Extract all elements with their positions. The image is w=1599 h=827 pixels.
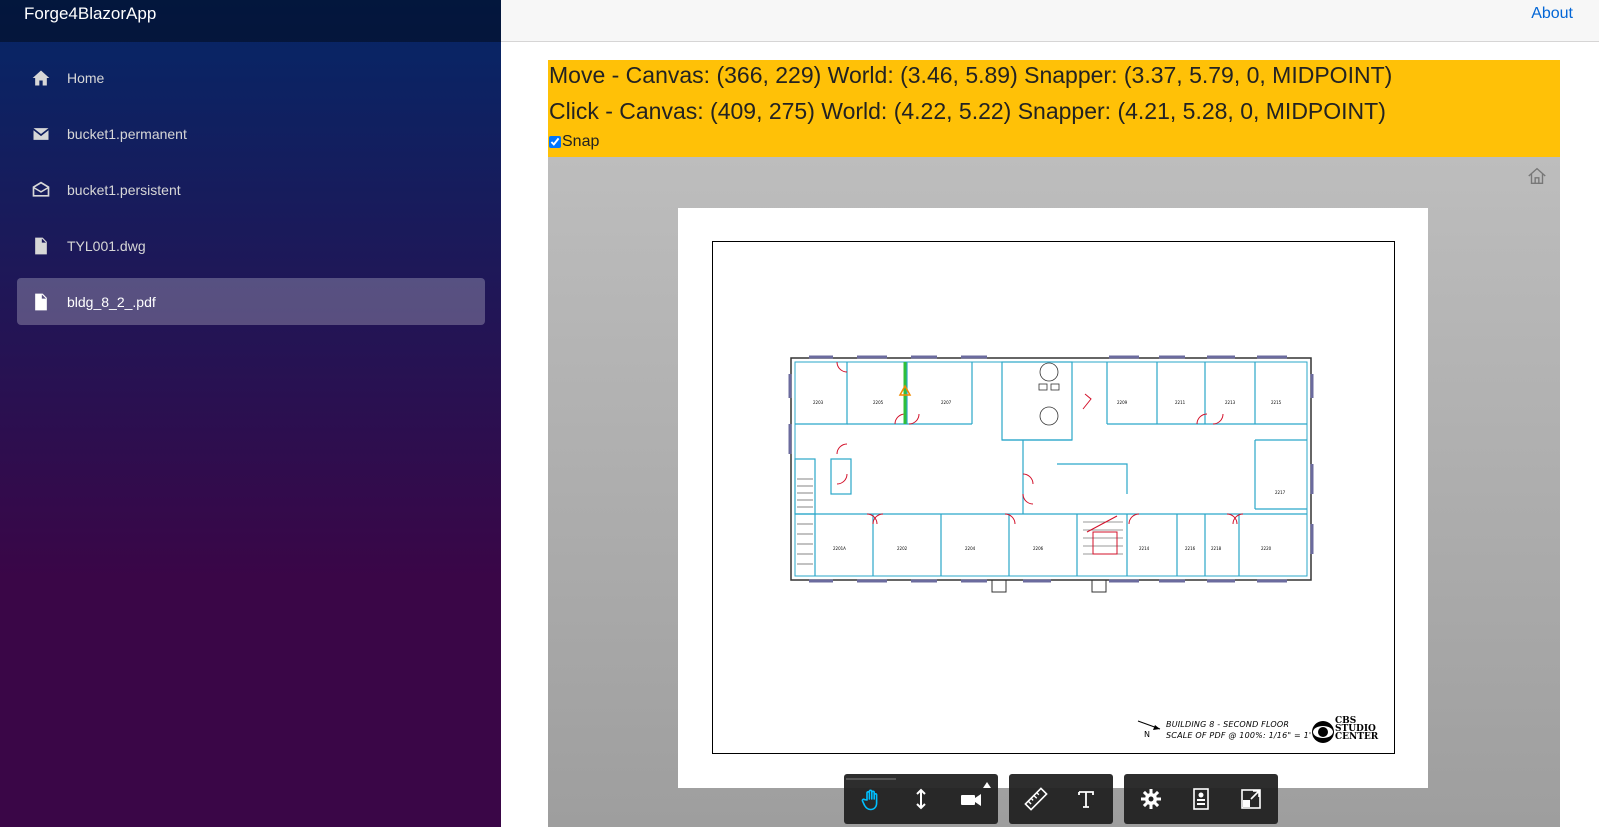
cbs-logo-text: CBS STUDIO CENTER	[1335, 716, 1379, 742]
sidebar-item-tyl001[interactable]: TYL001.dwg	[17, 222, 485, 269]
svg-text:2213: 2213	[1225, 400, 1236, 405]
svg-text:2204: 2204	[965, 546, 976, 551]
sidebar-item-home[interactable]: Home	[17, 54, 485, 101]
drawing-sheet[interactable]: 2203 2205 2207 2209 2211 2213 2215 2217 2201…	[678, 208, 1428, 788]
open-mail-icon	[31, 180, 51, 200]
camera-icon	[961, 794, 981, 806]
sidebar-item-bucket-persistent[interactable]: bucket1.persistent	[17, 166, 485, 213]
sidebar-nav: Home bucket1.permanent bucket1.persisten…	[0, 42, 501, 325]
camera-tool-button[interactable]	[946, 778, 996, 820]
sheet-border: 2203 2205 2207 2209 2211 2213 2215 2217 2201…	[712, 241, 1395, 754]
fullscreen-icon	[1241, 789, 1261, 809]
sidebar-item-label: TYL001.dwg	[67, 237, 146, 254]
title-block: N BUILDING 8 - SECOND FLOOR SCALE OF PDF…	[1136, 717, 1391, 747]
click-coordinates: Click - Canvas: (409, 275) World: (4.22,…	[549, 98, 1386, 124]
properties-icon	[1193, 788, 1209, 810]
sidebar-item-label: bucket1.persistent	[67, 181, 181, 198]
sidebar: Forge4BlazorApp Home bucket1.permanent b…	[0, 0, 501, 827]
svg-text:2206: 2206	[1033, 546, 1044, 551]
sidebar-item-bucket-permanent[interactable]: bucket1.permanent	[17, 110, 485, 157]
svg-text:2214: 2214	[1139, 546, 1150, 551]
drawing-scale: SCALE OF PDF @ 100%: 1/16" = 1'	[1166, 731, 1312, 740]
about-link[interactable]: About	[1531, 5, 1573, 23]
sidebar-item-bldg-pdf[interactable]: bldg_8_2_.pdf	[17, 278, 485, 325]
svg-text:2217: 2217	[1275, 490, 1286, 495]
measure-tool-button[interactable]	[1011, 778, 1061, 820]
settings-tools-group	[1124, 774, 1278, 824]
cbs-logo: CBS STUDIO CENTER	[1311, 717, 1391, 747]
svg-text:2202: 2202	[897, 546, 908, 551]
svg-text:2218: 2218	[1211, 546, 1222, 551]
north-arrow-icon: N	[1137, 720, 1161, 739]
svg-text:2220: 2220	[1261, 546, 1272, 551]
svg-text:2201A: 2201A	[833, 546, 846, 551]
mail-icon	[31, 124, 51, 144]
pan-icon	[861, 789, 878, 811]
move-coordinates: Move - Canvas: (366, 229) World: (3.46, …	[549, 62, 1393, 88]
floor-plan-drawing: 2203 2205 2207 2209 2211 2213 2215 2217 2201…	[788, 355, 1314, 593]
coordinates-panel: Move - Canvas: (366, 229) World: (3.46, …	[548, 60, 1560, 157]
navigation-tools-group	[844, 774, 998, 824]
svg-text:2211: 2211	[1175, 400, 1186, 405]
snap-checkbox[interactable]	[549, 136, 561, 148]
forge-viewer[interactable]: 2203 2205 2207 2209 2211 2213 2215 2217 2201…	[548, 157, 1560, 827]
pan-tool-button[interactable]	[846, 778, 896, 820]
fullscreen-button[interactable]	[1226, 778, 1276, 820]
snap-toggle[interactable]: Snap	[548, 132, 1560, 152]
dolly-icon	[916, 788, 926, 810]
brand-title[interactable]: Forge4BlazorApp	[24, 4, 156, 24]
svg-text:2205: 2205	[873, 400, 884, 405]
home-view-icon[interactable]	[1526, 165, 1548, 187]
cbs-eye-icon	[1312, 721, 1334, 743]
snap-label: Snap	[562, 133, 600, 150]
text-icon	[1078, 791, 1094, 808]
svg-text:2209: 2209	[1117, 400, 1128, 405]
top-bar: About	[501, 0, 1599, 42]
app-root: Forge4BlazorApp Home bucket1.permanent b…	[0, 0, 1599, 827]
sidebar-item-label: bldg_8_2_.pdf	[67, 293, 156, 310]
viewer-toolbar	[844, 774, 1278, 824]
properties-button[interactable]	[1176, 778, 1226, 820]
measure-tools-group	[1009, 774, 1113, 824]
file-icon	[31, 292, 51, 312]
svg-text:2203: 2203	[813, 400, 824, 405]
submenu-arrow-icon	[983, 782, 991, 788]
svg-text:2215: 2215	[1271, 400, 1282, 405]
home-icon	[31, 68, 51, 88]
dolly-tool-button[interactable]	[896, 778, 946, 820]
svg-text:N: N	[1144, 730, 1150, 739]
svg-text:2207: 2207	[941, 400, 952, 405]
svg-text:2216: 2216	[1185, 546, 1196, 551]
measure-icon	[1024, 787, 1048, 811]
brand-bar: Forge4BlazorApp	[0, 0, 501, 42]
settings-button[interactable]	[1126, 778, 1176, 820]
sidebar-item-label: bucket1.permanent	[67, 125, 187, 142]
settings-icon	[1141, 789, 1161, 809]
sidebar-item-label: Home	[67, 69, 105, 86]
file-icon	[31, 236, 51, 256]
text-markup-button[interactable]	[1061, 778, 1111, 820]
drawing-title: BUILDING 8 - SECOND FLOOR	[1166, 720, 1290, 729]
